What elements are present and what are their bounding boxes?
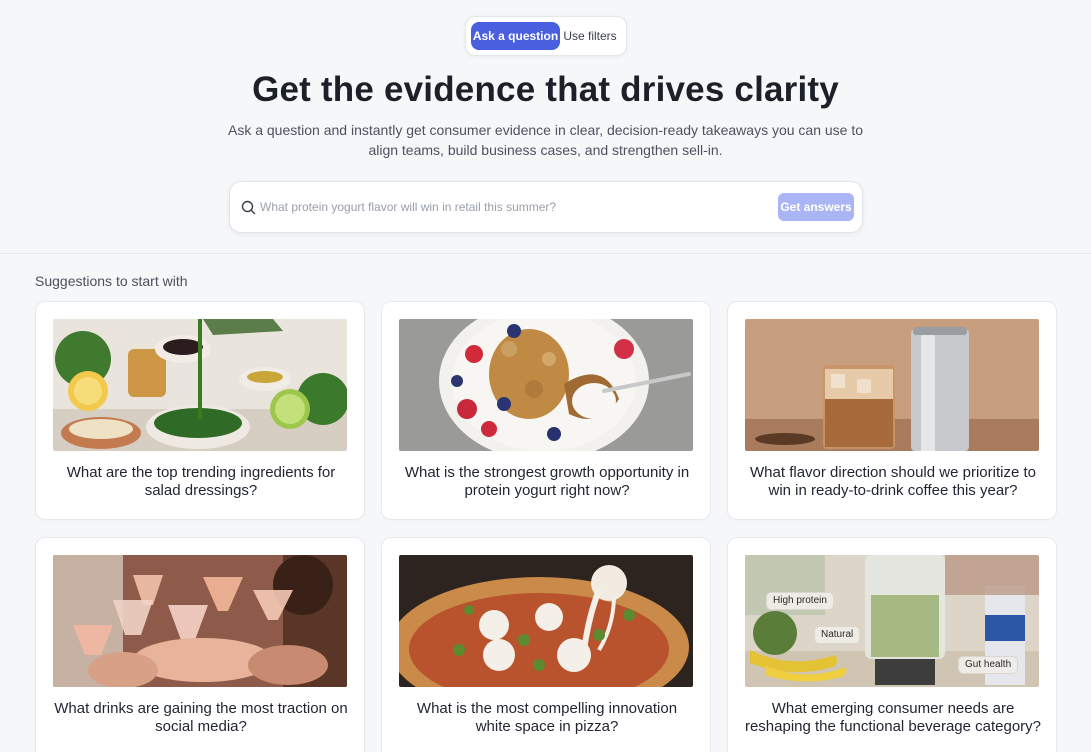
suggestion-card-social-drinks[interactable]: What drinks are gaining the most tractio… xyxy=(35,537,365,752)
suggestion-question: What is the most compelling innovation w… xyxy=(416,700,678,735)
mode-toggle: Ask a question Use filters xyxy=(465,16,627,56)
suggestion-card-functional-beverage[interactable]: High protein Natural Gut health What eme… xyxy=(727,537,1057,752)
yogurt-bowl-photo xyxy=(399,319,693,451)
smoothie-blender-photo: High protein Natural Gut health xyxy=(745,555,1039,687)
use-filters-tab[interactable]: Use filters xyxy=(560,22,620,50)
search-icon xyxy=(240,199,258,217)
iced-coffee-can-photo xyxy=(745,319,1039,451)
get-answers-button[interactable]: Get answers xyxy=(778,193,854,221)
salad-dressing-ingredients-photo xyxy=(53,319,347,451)
ask-question-tab[interactable]: Ask a question xyxy=(471,22,560,50)
suggestions-title: Suggestions to start with xyxy=(35,273,188,289)
suggestion-card-rtd-coffee[interactable]: What flavor direction should we prioriti… xyxy=(727,301,1057,520)
suggestion-question: What emerging consumer needs are reshapi… xyxy=(744,700,1042,735)
tag-high-protein: High protein xyxy=(766,592,834,610)
suggestion-card-salad-dressings[interactable]: What are the top trending ingredients fo… xyxy=(35,301,365,520)
suggestion-question: What flavor direction should we prioriti… xyxy=(750,464,1036,499)
search-input[interactable] xyxy=(260,194,770,220)
suggestion-card-pizza[interactable]: What is the most compelling innovation w… xyxy=(381,537,711,752)
hero-section: Ask a question Use filters Get the evide… xyxy=(0,0,1091,254)
search-bar: Get answers xyxy=(229,181,863,233)
page-subtitle: Ask a question and instantly get consume… xyxy=(227,122,864,158)
page-title: Get the evidence that drives clarity xyxy=(252,70,839,109)
suggestion-question: What is the strongest growth opportunity… xyxy=(404,464,690,499)
suggestion-card-protein-yogurt[interactable]: What is the strongest growth opportunity… xyxy=(381,301,711,520)
cocktail-toast-photo xyxy=(53,555,347,687)
tag-gut-health: Gut health xyxy=(958,656,1019,674)
pizza-photo xyxy=(399,555,693,687)
suggestion-question: What are the top trending ingredients fo… xyxy=(66,464,336,499)
tag-natural: Natural xyxy=(814,626,861,644)
suggestion-question: What drinks are gaining the most tractio… xyxy=(54,700,348,735)
